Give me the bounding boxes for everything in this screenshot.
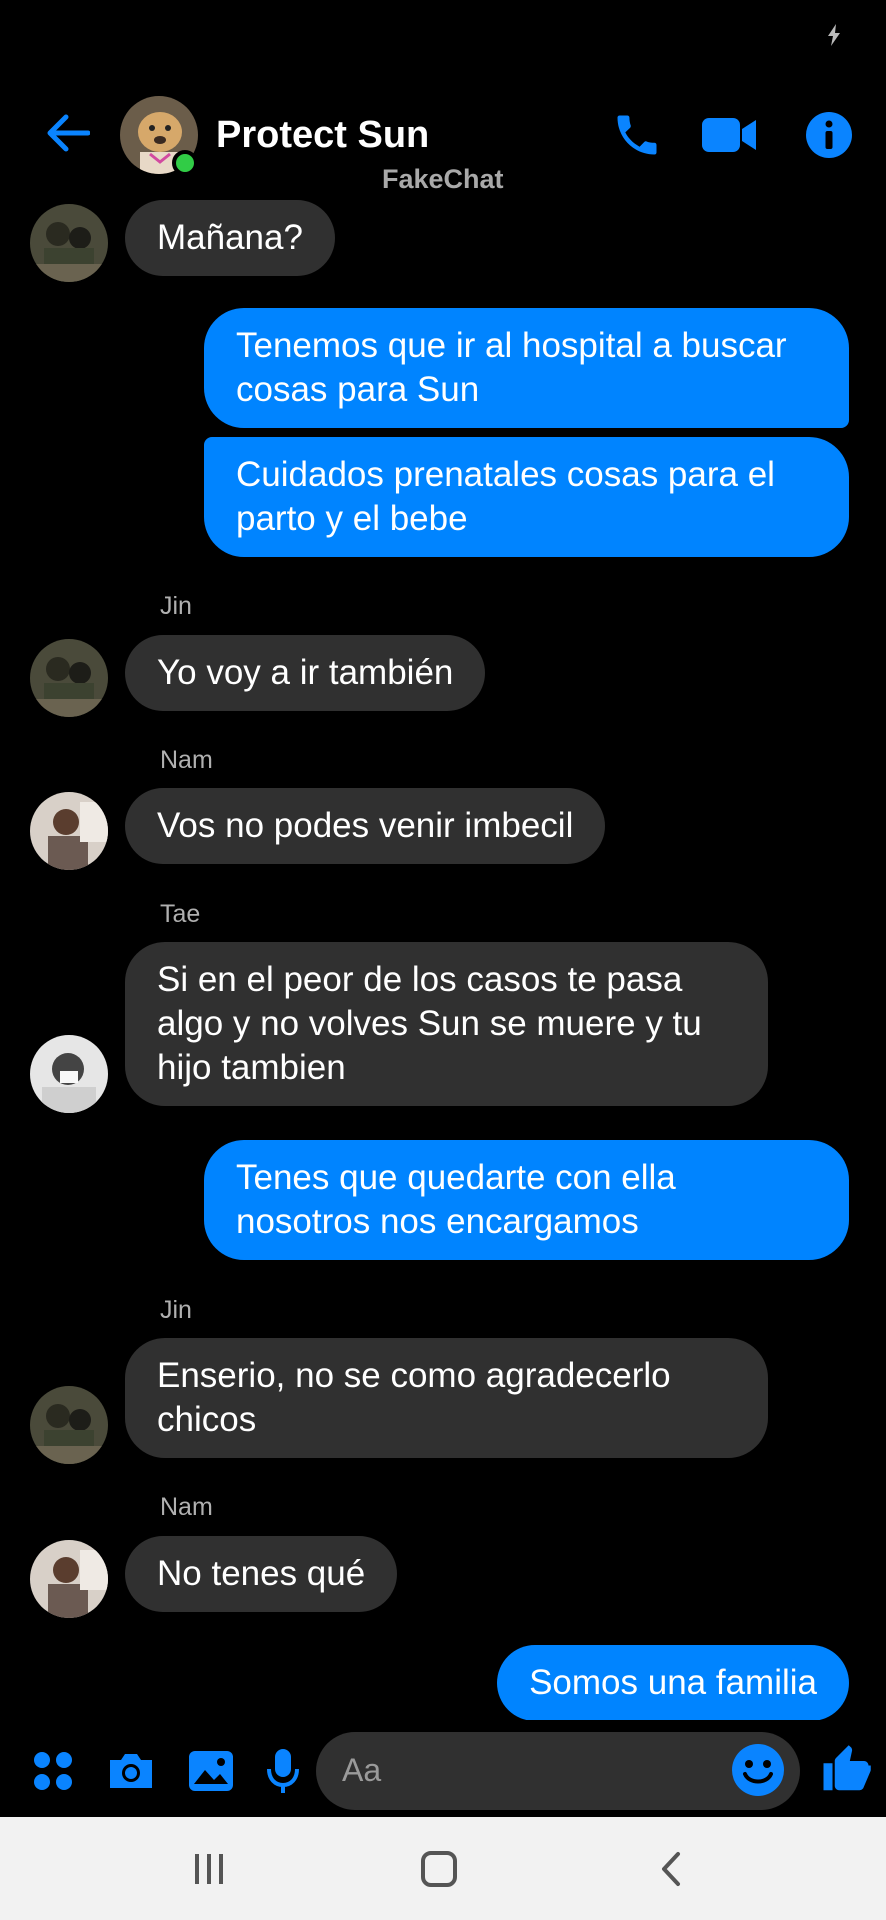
four-dots-icon (34, 1752, 72, 1790)
message-bubble[interactable]: Cuidados prenatales cosas para el parto … (204, 437, 849, 557)
recent-apps-icon (195, 1854, 223, 1884)
avatar-jin[interactable] (30, 639, 108, 717)
message-bubble[interactable]: Tenes que quedarte con ella nosotros nos… (204, 1140, 849, 1260)
composer-bar: Aa (0, 1720, 886, 1820)
chevron-left-icon (662, 1852, 680, 1886)
watermark-text: FakeChat (382, 164, 504, 194)
arrow-left-icon (47, 114, 90, 152)
microphone-icon (267, 1749, 299, 1793)
chat-header: Protect Sun FakeChat (0, 88, 886, 194)
message-input-placeholder: Aa (342, 1752, 382, 1788)
back-button[interactable] (40, 106, 94, 160)
message-input[interactable]: Aa (316, 1732, 800, 1810)
more-actions-button[interactable] (26, 1744, 80, 1798)
message-bubble[interactable]: Somos una familia (497, 1645, 849, 1720)
avatar-jin[interactable] (30, 1386, 108, 1464)
chat-title[interactable]: Protect Sun (216, 114, 429, 157)
avatar-jin[interactable] (30, 204, 108, 282)
recent-apps-button[interactable] (184, 1847, 234, 1891)
sender-name: Jin (160, 592, 192, 620)
video-camera-icon (702, 118, 756, 152)
voice-button[interactable] (256, 1744, 310, 1798)
message-bubble[interactable]: No tenes qué (125, 1536, 398, 1612)
home-button[interactable] (414, 1847, 464, 1891)
phone-icon (617, 115, 657, 155)
message-list[interactable]: Mañana? Tenemos que ir al hospital a bus… (0, 0, 886, 1720)
message-bubble[interactable]: Si en el peor de los casos te pasa algo … (125, 942, 768, 1106)
call-button[interactable] (608, 106, 666, 164)
avatar-tae[interactable] (30, 1035, 108, 1113)
message-bubble[interactable]: Tenemos que ir al hospital a buscar cosa… (204, 308, 849, 428)
camera-icon (110, 1754, 152, 1788)
avatar-nam[interactable] (30, 792, 108, 870)
message-bubble[interactable]: Enserio, no se como agradecerlo chicos (125, 1338, 768, 1458)
thumbs-up-icon (823, 1745, 871, 1791)
video-call-button[interactable] (700, 106, 758, 164)
message-bubble[interactable]: Yo voy a ir también (125, 635, 486, 711)
sender-name: Jin (160, 1296, 192, 1324)
home-icon (421, 1851, 457, 1887)
image-icon (189, 1751, 233, 1791)
message-bubble[interactable]: Vos no podes venir imbecil (125, 788, 606, 864)
online-indicator (172, 150, 198, 176)
gallery-button[interactable] (184, 1744, 238, 1798)
sender-name: Nam (160, 1493, 213, 1521)
like-button[interactable] (816, 1740, 876, 1800)
camera-button[interactable] (104, 1744, 158, 1798)
avatar-nam[interactable] (30, 1540, 108, 1618)
info-button[interactable] (800, 106, 858, 164)
info-icon (806, 112, 852, 158)
system-navigation-bar (0, 1817, 886, 1920)
message-bubble[interactable]: Mañana? (125, 200, 335, 276)
sender-name: Nam (160, 746, 213, 774)
smiley-icon[interactable] (730, 1742, 786, 1798)
sender-name: Tae (160, 900, 201, 928)
back-nav-button[interactable] (646, 1847, 696, 1891)
